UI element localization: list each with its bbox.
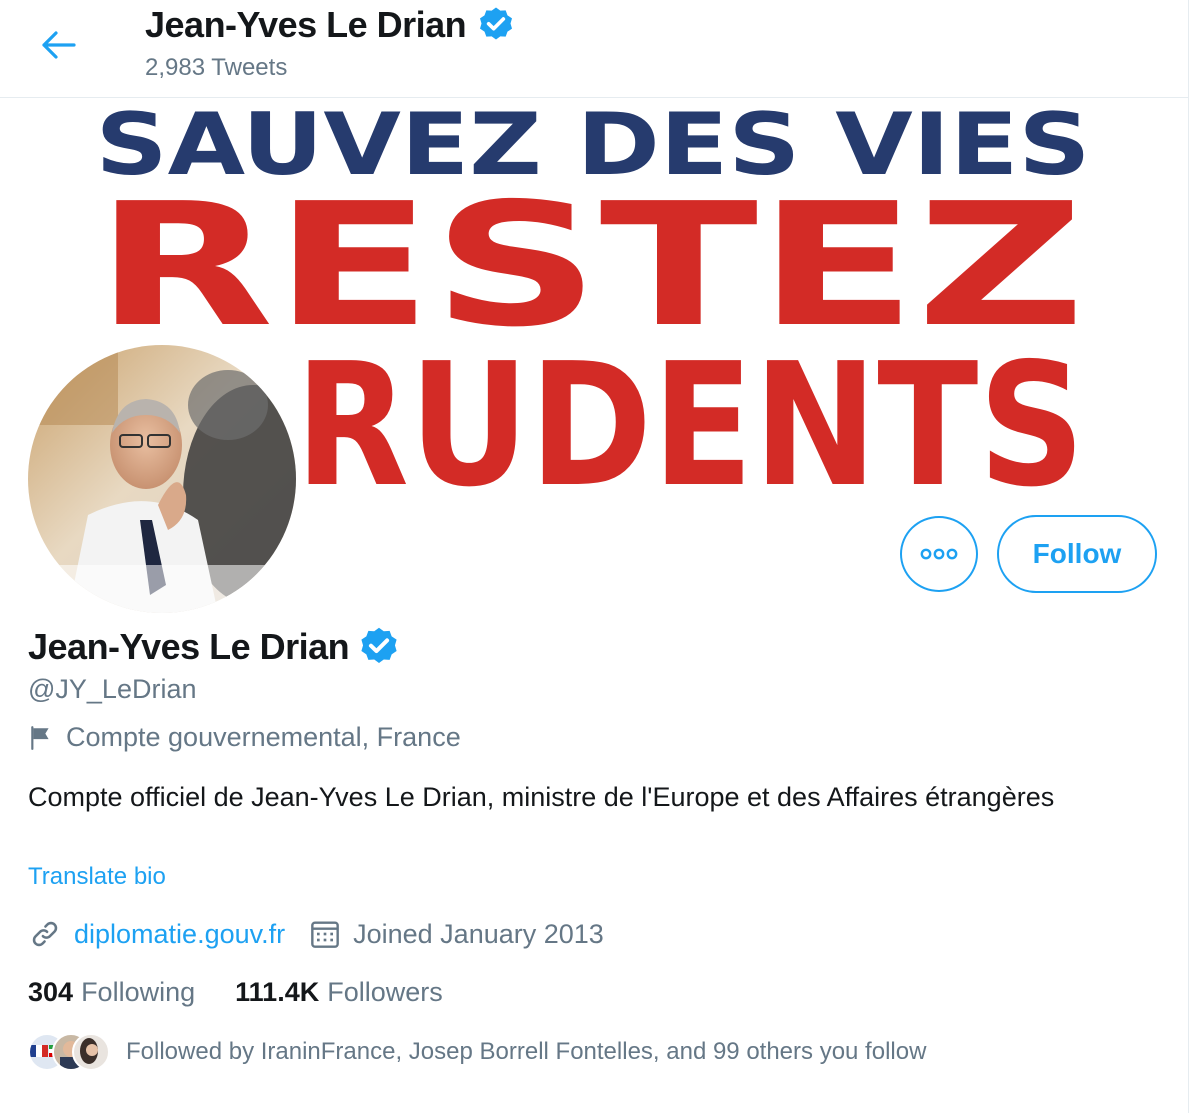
website-link[interactable]: diplomatie.gouv.fr bbox=[74, 919, 285, 950]
verified-badge-icon bbox=[480, 7, 513, 40]
header-name: Jean-Yves Le Drian bbox=[145, 4, 467, 45]
profile-meta: diplomatie.gouv.fr Joined January 2013 bbox=[28, 917, 604, 951]
more-horizontal-icon bbox=[920, 548, 958, 560]
avatar-photo bbox=[28, 345, 296, 613]
followers-link[interactable]: 111.4K Followers bbox=[235, 977, 443, 1008]
avatar[interactable] bbox=[28, 345, 296, 613]
profile-name-row: Jean-Yves Le Drian bbox=[28, 625, 401, 669]
followed-by-text: Followed by IraninFrance, Josep Borrell … bbox=[126, 1038, 927, 1065]
column-divider bbox=[1188, 0, 1189, 1113]
tweet-count: 2,983 Tweets bbox=[145, 54, 288, 81]
mutual-avatar-other bbox=[72, 1033, 110, 1071]
profile-header-bar: Jean-Yves Le Drian 2,983 Tweets bbox=[0, 0, 1188, 98]
verified-badge-icon bbox=[361, 627, 397, 663]
government-label-text: Compte gouvernemental, France bbox=[66, 722, 461, 752]
more-options-button[interactable] bbox=[900, 516, 978, 592]
link-icon bbox=[32, 921, 58, 947]
followers-count: 111.4K bbox=[235, 977, 320, 1007]
profile-name: Jean-Yves Le Drian bbox=[28, 626, 350, 667]
header-title: Jean-Yves Le Drian bbox=[145, 4, 516, 46]
profile-handle: @JY_LeDrian bbox=[28, 674, 197, 704]
following-link[interactable]: 304 Following bbox=[28, 977, 195, 1008]
back-button[interactable] bbox=[30, 20, 86, 70]
government-label: Compte gouvernemental, France bbox=[28, 722, 461, 753]
mutual-followers-avatars bbox=[28, 1033, 110, 1071]
arrow-left-icon bbox=[42, 31, 76, 59]
profile-bio: Compte officiel de Jean-Yves Le Drian, m… bbox=[28, 782, 1055, 812]
translate-bio-link[interactable]: Translate bio bbox=[28, 863, 166, 891]
following-label: Following bbox=[81, 977, 196, 1007]
calendar-icon bbox=[311, 921, 339, 948]
followers-label: Followers bbox=[327, 977, 443, 1007]
joined-date: Joined January 2013 bbox=[353, 918, 604, 949]
following-count: 304 bbox=[28, 977, 74, 1007]
banner-line-3: RUDENTS bbox=[295, 327, 1085, 501]
followers-you-know[interactable]: Followed by IraninFrance, Josep Borrell … bbox=[28, 1033, 926, 1071]
follow-button[interactable]: Follow bbox=[997, 515, 1157, 593]
flag-icon bbox=[31, 725, 49, 750]
follow-stats: 304 Following 111.4K Followers bbox=[28, 977, 443, 1008]
